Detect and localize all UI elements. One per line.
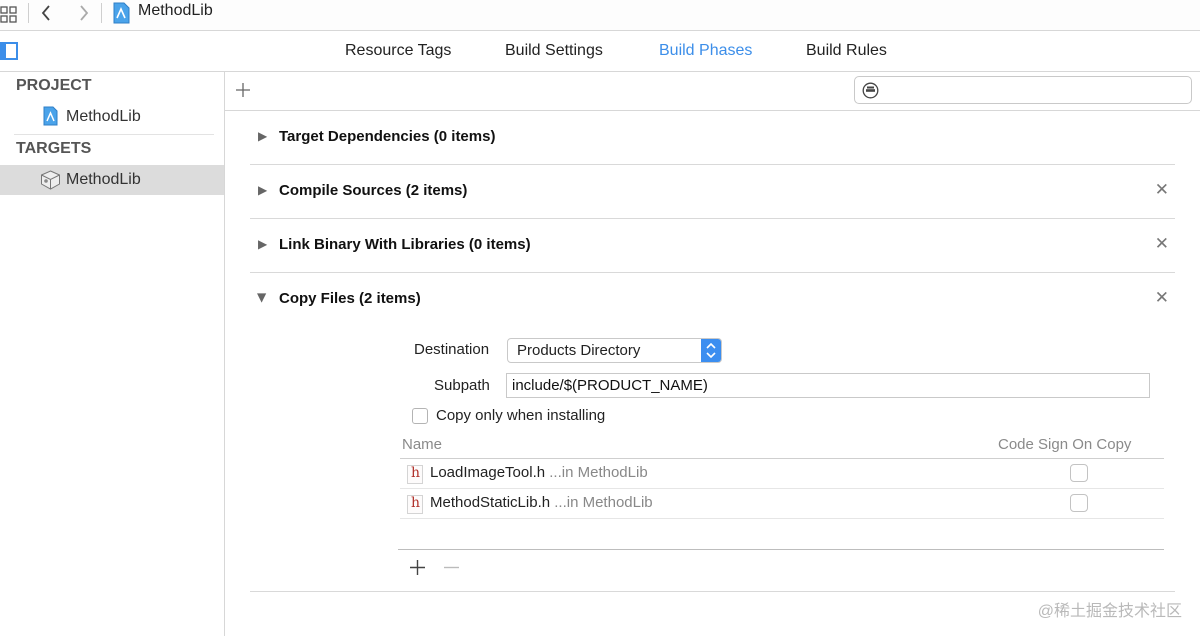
- tab-build-rules[interactable]: Build Rules: [806, 42, 887, 60]
- destination-value: Products Directory: [517, 342, 641, 359]
- phase-compile-sources: ▶ Compile Sources (2 items) ✕: [250, 165, 1175, 219]
- phases-toolbar: [225, 72, 1200, 111]
- phase-title[interactable]: Link Binary With Libraries (0 items): [279, 236, 531, 253]
- remove-icon[interactable]: [443, 559, 460, 580]
- phase-copy-files: ▶ Copy Files (2 items) ✕: [250, 273, 1175, 592]
- destination-popup[interactable]: Products Directory: [507, 338, 722, 363]
- forward-chevron-icon[interactable]: [78, 4, 90, 26]
- window-title: MethodLib: [138, 2, 213, 19]
- file-name: MethodStaticLib.h: [430, 494, 551, 511]
- file-location: ...in MethodLib: [549, 464, 648, 481]
- project-header: PROJECT: [16, 77, 92, 94]
- filter-icon: [862, 82, 879, 103]
- grid-icon[interactable]: [0, 6, 17, 27]
- project-file-icon: [112, 2, 130, 28]
- column-header-code-sign[interactable]: Code Sign On Copy: [998, 436, 1131, 453]
- tab-resource-tags[interactable]: Resource Tags: [345, 42, 451, 60]
- add-icon[interactable]: [409, 559, 426, 580]
- tab-bar: Resource Tags Build Settings Build Phase…: [0, 31, 1200, 72]
- targets-header: TARGETS: [16, 140, 92, 157]
- subpath-field[interactable]: include/$(PRODUCT_NAME): [506, 373, 1150, 398]
- tab-build-settings[interactable]: Build Settings: [505, 42, 603, 60]
- column-header-name[interactable]: Name: [402, 436, 442, 453]
- disclosure-triangle-icon[interactable]: ▶: [258, 183, 267, 197]
- stepper-icon: [701, 339, 721, 362]
- table-row[interactable]: h LoadImageTool.h ...in MethodLib: [400, 459, 1164, 489]
- header-file-icon: h: [407, 465, 423, 484]
- disclosure-triangle-icon[interactable]: ▶: [258, 237, 267, 251]
- sidebar-item-target[interactable]: MethodLib: [0, 165, 224, 195]
- sidebar: PROJECT MethodLib TARGETS MethodLib: [0, 72, 225, 636]
- subpath-value: include/$(PRODUCT_NAME): [512, 377, 708, 394]
- close-icon[interactable]: ✕: [1155, 180, 1169, 200]
- sidebar-item-project[interactable]: MethodLib: [0, 102, 224, 132]
- file-name: LoadImageTool.h: [430, 464, 546, 481]
- phase-title[interactable]: Target Dependencies (0 items): [279, 128, 495, 145]
- copy-only-checkbox[interactable]: [412, 408, 428, 424]
- file-location: ...in MethodLib: [554, 494, 653, 511]
- close-icon[interactable]: ✕: [1155, 234, 1169, 254]
- copy-only-label: Copy only when installing: [436, 407, 606, 424]
- header-file-icon: h: [407, 495, 423, 514]
- add-icon[interactable]: [235, 82, 251, 102]
- phase-link-binary: ▶ Link Binary With Libraries (0 items) ✕: [250, 219, 1175, 273]
- subpath-label: Subpath: [434, 377, 490, 394]
- target-icon: [40, 170, 61, 194]
- table-footer-divider: [398, 549, 1164, 550]
- phase-title[interactable]: Copy Files (2 items): [279, 290, 421, 307]
- code-sign-checkbox[interactable]: [1070, 464, 1088, 482]
- phase-title[interactable]: Compile Sources (2 items): [279, 182, 467, 199]
- back-chevron-icon[interactable]: [40, 4, 52, 26]
- destination-label: Destination: [414, 341, 490, 358]
- project-file-icon: [42, 106, 59, 130]
- sidebar-item-label: MethodLib: [66, 108, 141, 125]
- sidebar-toggle-icon[interactable]: [0, 42, 19, 64]
- phase-target-dependencies: ▶ Target Dependencies (0 items): [250, 111, 1175, 165]
- disclosure-triangle-icon[interactable]: ▶: [258, 129, 267, 143]
- sidebar-item-label: MethodLib: [66, 171, 141, 188]
- disclosure-triangle-icon[interactable]: ▶: [256, 293, 270, 302]
- table-row[interactable]: h MethodStaticLib.h ...in MethodLib: [400, 489, 1164, 519]
- tab-build-phases[interactable]: Build Phases: [659, 42, 752, 60]
- top-bar: MethodLib: [0, 0, 1200, 31]
- filter-field[interactable]: [854, 76, 1192, 104]
- watermark: @稀土掘金技术社区: [1037, 603, 1182, 620]
- code-sign-checkbox[interactable]: [1070, 494, 1088, 512]
- close-icon[interactable]: ✕: [1155, 288, 1169, 308]
